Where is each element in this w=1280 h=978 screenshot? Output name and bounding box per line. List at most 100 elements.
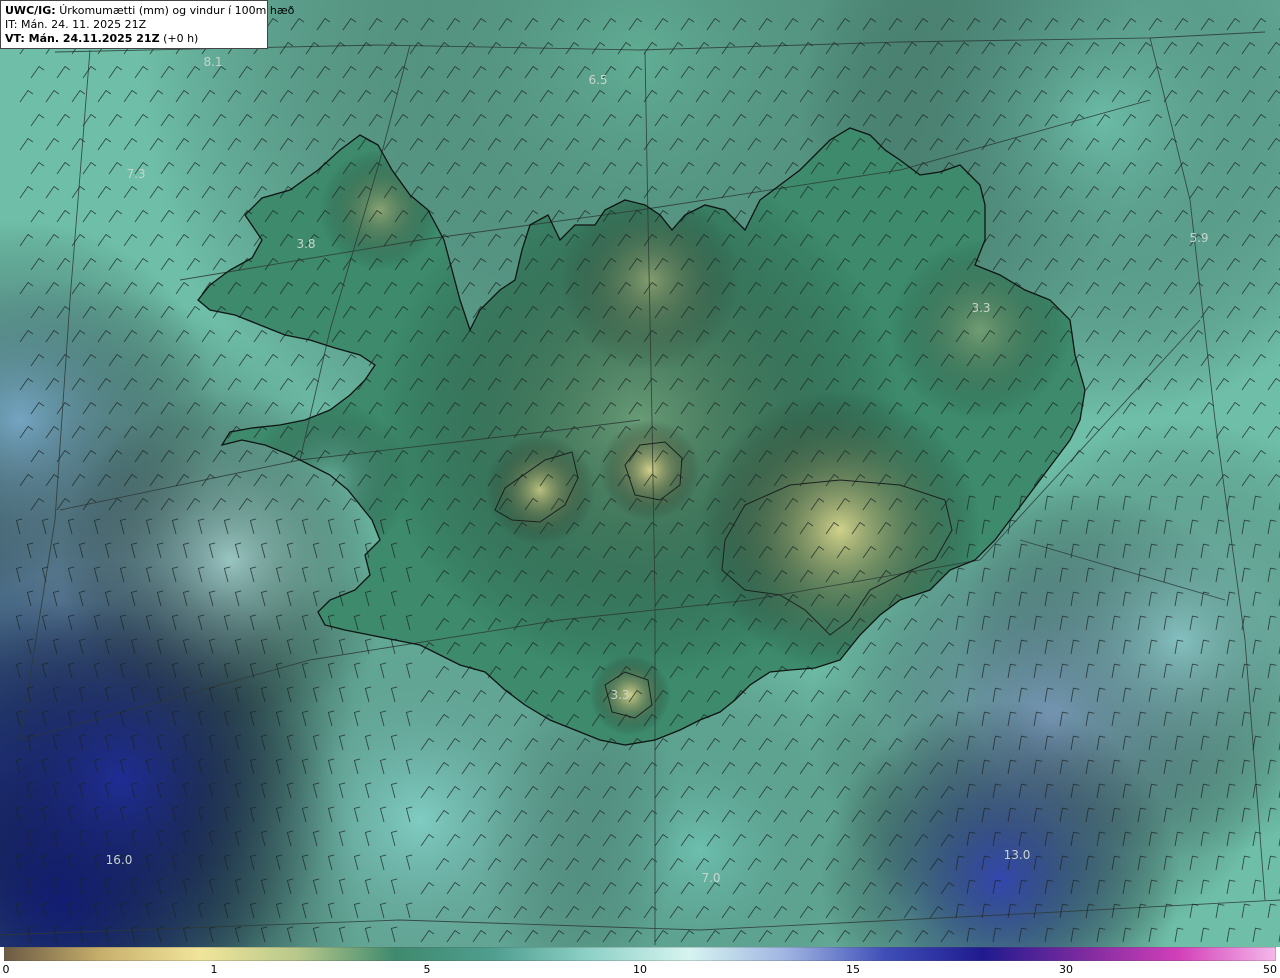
wind-barb	[71, 89, 86, 103]
wind-barb	[78, 542, 86, 559]
wind-barb	[784, 689, 799, 703]
wind-barb	[1137, 663, 1147, 679]
wind-barb	[1111, 233, 1126, 247]
wind-barb	[134, 401, 149, 415]
wind-barb	[1241, 759, 1251, 775]
wind-barb	[825, 329, 840, 343]
wind-barb	[654, 737, 669, 751]
wind-barb	[810, 305, 825, 319]
wind-barb	[888, 209, 903, 223]
wind-barb	[71, 233, 86, 247]
wind-barb	[695, 281, 710, 295]
wind-barb	[41, 518, 49, 535]
wind-barb	[1215, 567, 1225, 583]
wind-barb	[669, 329, 684, 343]
wind-barb	[71, 473, 86, 487]
wind-barb	[1044, 257, 1059, 271]
wind-barb	[732, 305, 747, 319]
wind-barb	[1033, 807, 1043, 823]
wind-barb	[758, 593, 773, 607]
wind-barb	[1267, 185, 1280, 199]
wind-barb	[940, 305, 955, 319]
wind-barb	[773, 473, 788, 487]
wind-barb	[56, 353, 71, 367]
wind-barb	[914, 833, 929, 847]
wind-barb	[888, 497, 903, 511]
wind-barb	[602, 449, 617, 463]
wind-barb	[71, 137, 86, 151]
wind-barb	[286, 734, 294, 751]
wind-barb	[249, 518, 257, 535]
wind-barb	[1226, 927, 1236, 943]
wind-barb	[851, 521, 866, 535]
wind-barb	[1226, 879, 1236, 895]
wind-barb	[1163, 807, 1173, 823]
wind-barb	[550, 545, 565, 559]
wind-barb	[30, 353, 45, 367]
wind-barb	[784, 17, 799, 31]
wind-barb	[338, 590, 346, 607]
wind-barb	[706, 449, 721, 463]
wind-barb	[877, 329, 892, 343]
wind-barb	[903, 281, 918, 295]
wind-barb	[1174, 161, 1189, 175]
wind-barb	[301, 662, 309, 679]
wind-barb	[929, 329, 944, 343]
wind-barb	[680, 737, 695, 751]
wind-barb	[1215, 41, 1230, 55]
wind-barb	[1226, 113, 1241, 127]
wind-barb	[1163, 663, 1173, 679]
wind-barb	[513, 425, 528, 439]
wind-barb	[550, 497, 565, 511]
wind-barb	[628, 785, 643, 799]
wind-barb	[524, 65, 539, 79]
wind-barb	[810, 881, 825, 895]
wind-barb	[1148, 831, 1158, 847]
wind-barb	[888, 305, 903, 319]
wind-barb	[1122, 783, 1132, 799]
wind-barb	[758, 449, 773, 463]
wind-barb	[1241, 329, 1256, 343]
wind-barb	[591, 857, 606, 871]
wind-barb	[524, 449, 539, 463]
wind-barb	[617, 761, 632, 775]
wind-barb	[758, 929, 773, 943]
wind-barb	[1241, 425, 1256, 439]
wind-barb	[223, 854, 231, 871]
wind-barb	[409, 137, 424, 151]
wind-barb	[966, 543, 976, 559]
wind-barb	[565, 617, 580, 631]
wind-barb	[275, 662, 283, 679]
wind-barb	[914, 113, 929, 127]
wind-barb	[539, 665, 554, 679]
wind-barb	[357, 425, 372, 439]
wind-barb	[1007, 137, 1022, 151]
wind-barb	[145, 566, 153, 583]
wind-barb	[82, 209, 97, 223]
wind-barb	[784, 881, 799, 895]
graticule-line	[179, 99, 1151, 281]
wind-barb	[171, 614, 179, 631]
wind-barb	[1163, 89, 1178, 103]
wind-barb	[851, 233, 866, 247]
wind-barb	[810, 209, 825, 223]
wind-barb	[617, 185, 632, 199]
wind-barb	[524, 641, 539, 655]
wind-barb	[208, 926, 216, 943]
wind-barb	[175, 425, 190, 439]
wind-barb	[223, 566, 231, 583]
wind-barb	[591, 809, 606, 823]
wind-barb	[212, 209, 227, 223]
wind-barb	[312, 926, 320, 943]
wind-barb	[19, 329, 34, 343]
wind-barb	[1189, 137, 1204, 151]
wind-barb	[1122, 687, 1132, 703]
wind-barb	[550, 737, 565, 751]
wind-barb	[1096, 113, 1111, 127]
wind-barb	[312, 782, 320, 799]
wind-barb	[149, 425, 164, 439]
wind-barb	[524, 257, 539, 271]
wind-barb	[223, 806, 231, 823]
wind-barb	[706, 689, 721, 703]
wind-barb	[390, 734, 398, 751]
